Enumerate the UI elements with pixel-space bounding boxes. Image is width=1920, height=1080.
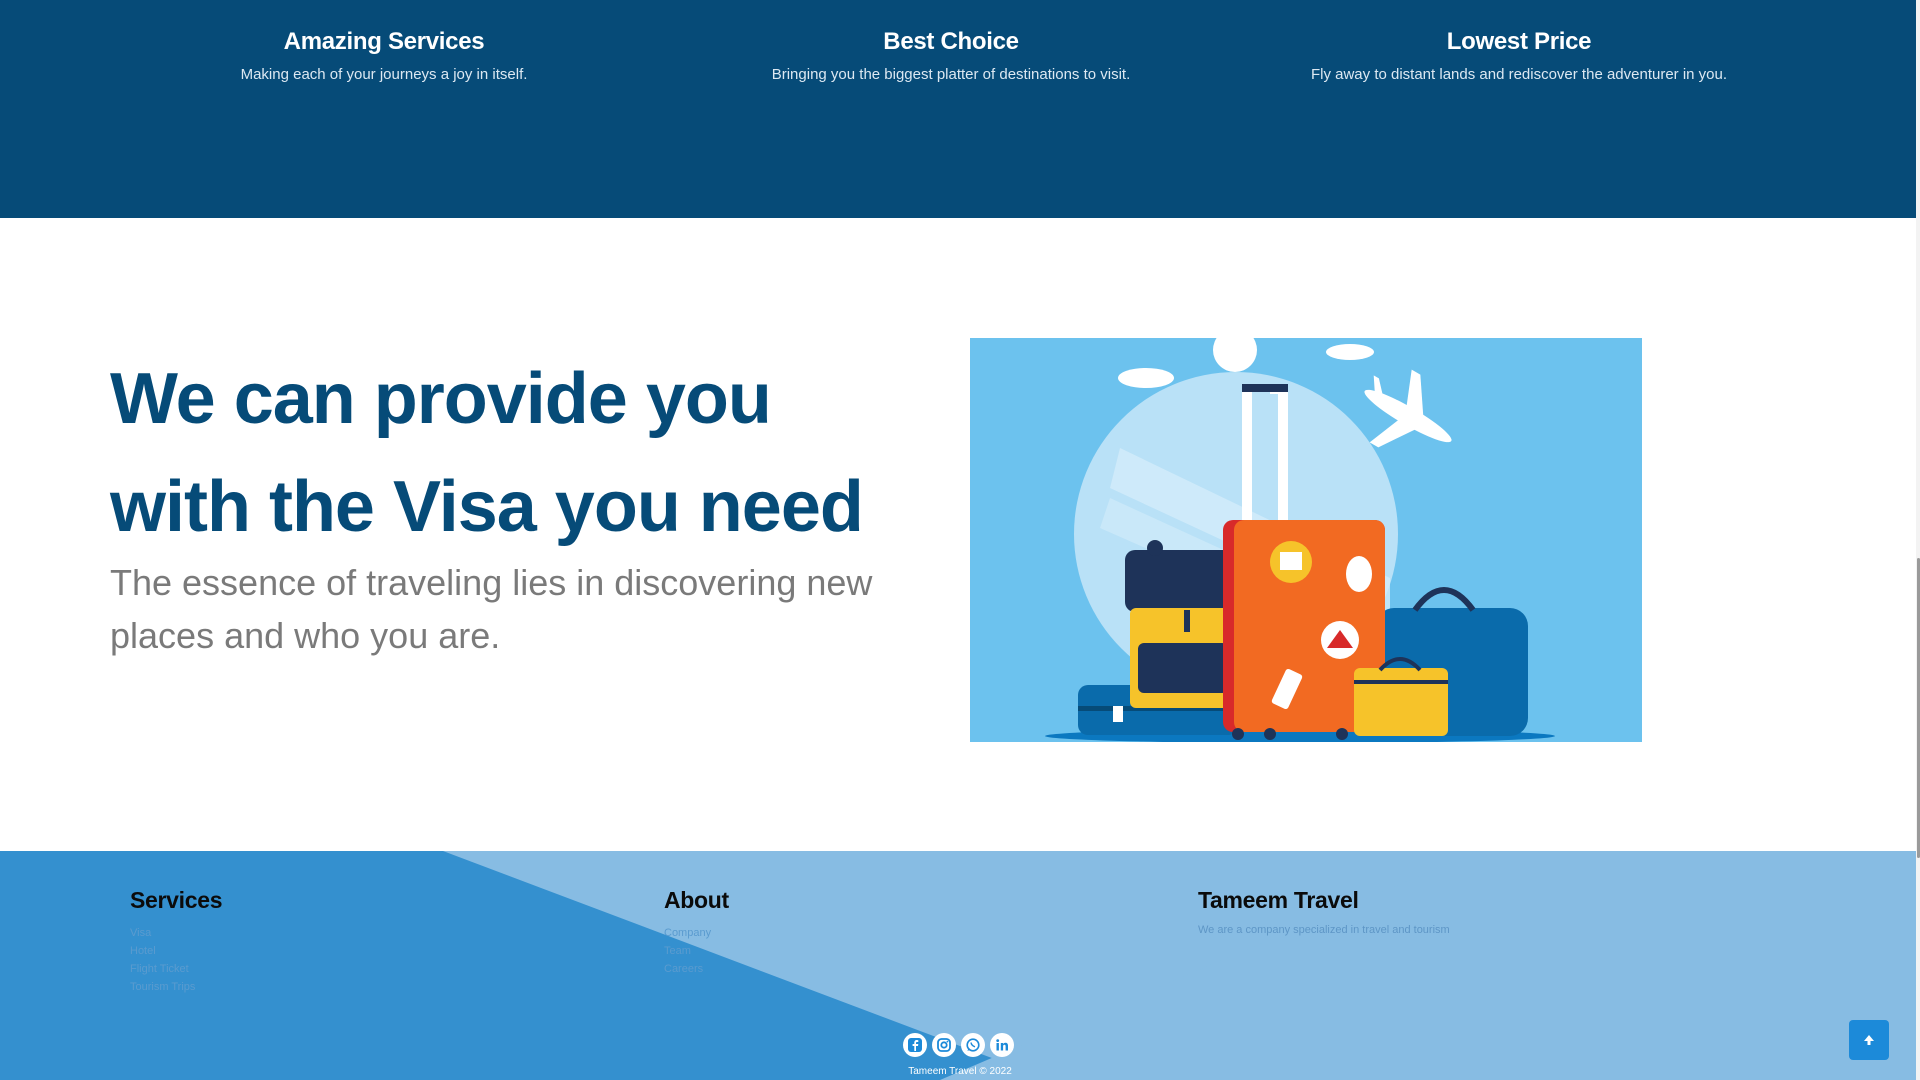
social-links — [903, 1033, 1014, 1057]
feature-best-choice: Best Choice Bringing you the biggest pla… — [671, 28, 1231, 83]
footer-heading: About — [664, 887, 729, 913]
site-footer: Services Visa Hotel Flight Ticket Touris… — [0, 851, 1916, 1080]
footer-link-team[interactable]: Team — [664, 942, 729, 960]
footer-link-careers[interactable]: Careers — [664, 960, 729, 978]
feature-title: Lowest Price — [1446, 28, 1592, 55]
luggage-illustration — [970, 338, 1642, 742]
feature-amazing-services: Amazing Services Making each of your jou… — [104, 28, 664, 83]
footer-services-column: Services Visa Hotel Flight Ticket Touris… — [130, 887, 223, 996]
footer-about-column: About Company Team Careers — [664, 887, 729, 978]
feature-text: Fly away to distant lands and rediscover… — [1310, 66, 1728, 83]
feature-title: Best Choice — [883, 28, 1019, 55]
feature-text: Bringing you the biggest platter of dest… — [771, 66, 1131, 83]
feature-lowest-price: Lowest Price Fly away to distant lands a… — [1239, 28, 1799, 83]
instagram-icon[interactable] — [932, 1033, 956, 1057]
facebook-icon[interactable] — [903, 1033, 927, 1057]
footer-heading: Services — [130, 887, 223, 913]
scroll-to-top-button[interactable] — [1849, 1020, 1889, 1060]
footer-brand-text: We are a company specialized in travel a… — [1198, 924, 1450, 936]
hero-subtitle: The essence of traveling lies in discove… — [110, 562, 873, 656]
copyright-text: Tameem Travel © 2022 — [908, 1066, 1012, 1077]
arrow-up-icon — [1864, 1035, 1874, 1045]
whatsapp-icon[interactable] — [961, 1033, 985, 1057]
footer-link-flight-ticket[interactable]: Flight Ticket — [130, 960, 222, 978]
feature-title: Amazing Services — [283, 28, 485, 55]
footer-heading: Tameem Travel — [1198, 887, 1359, 913]
hero-title: We can provide you with the Visa you nee… — [110, 359, 864, 547]
footer-link-company[interactable]: Company — [664, 924, 729, 942]
footer-link-hotel[interactable]: Hotel — [130, 942, 222, 960]
features-band: Amazing Services Making each of your jou… — [0, 0, 1916, 218]
feature-text: Making each of your journeys a joy in it… — [240, 66, 528, 83]
page-scrollbar[interactable] — [1916, 0, 1920, 1080]
footer-brand-column: Tameem Travel We are a company specializ… — [1198, 887, 1450, 936]
linkedin-icon[interactable] — [990, 1033, 1014, 1057]
footer-link-visa[interactable]: Visa — [130, 924, 222, 942]
footer-link-tourism-trips[interactable]: Tourism Trips — [130, 978, 222, 996]
